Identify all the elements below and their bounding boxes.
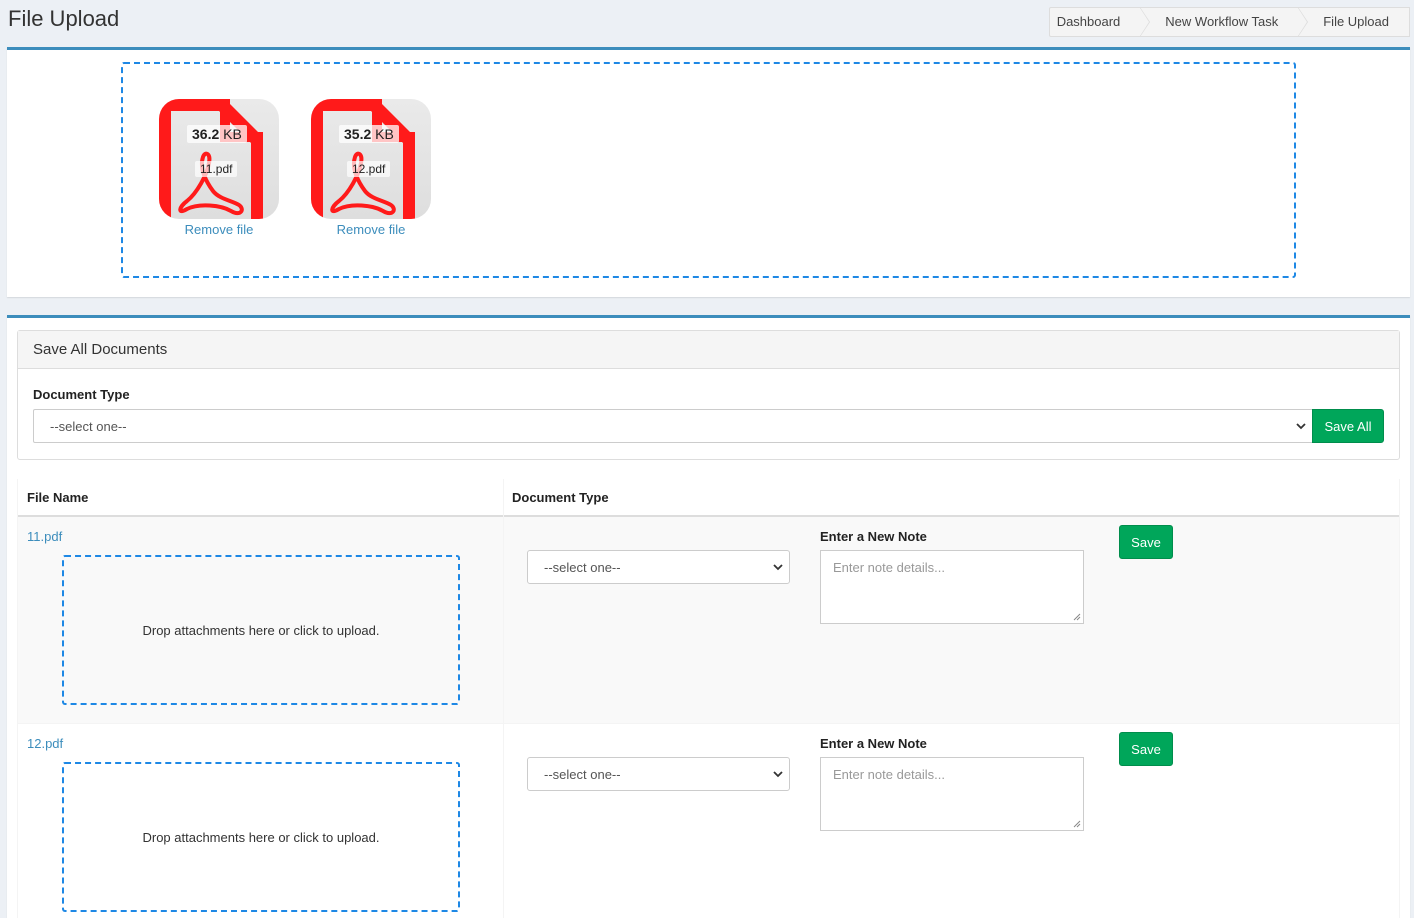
note-label: Enter a New Note — [820, 529, 927, 544]
note-textarea[interactable]: Enter note details... — [820, 550, 1084, 624]
resize-grip-icon[interactable] — [1073, 613, 1081, 621]
save-all-panel: Save All Documents Document Type --selec… — [17, 330, 1400, 460]
table-row: 12.pdf Drop attachments here or click to… — [18, 724, 1399, 918]
main-dropzone[interactable]: 36.2 KB 11.pdf Remove file 35.2 KB 12.pd… — [121, 62, 1296, 278]
table-header-row: File Name Document Type — [18, 479, 1399, 517]
remove-file-link[interactable]: Remove file — [159, 222, 279, 237]
chevron-down-icon — [1296, 423, 1306, 430]
page-title: File Upload — [8, 6, 120, 31]
resize-grip-icon[interactable] — [1073, 820, 1081, 828]
chevron-down-icon — [773, 771, 783, 778]
file-preview: 35.2 KB 12.pdf Remove file — [311, 99, 431, 237]
header-file-name: File Name — [27, 490, 89, 505]
breadcrumb-new-workflow-task[interactable]: New Workflow Task — [1140, 7, 1309, 37]
column-divider — [503, 724, 504, 918]
file-name: 12.pdf — [347, 161, 391, 177]
file-thumbnail: 36.2 KB 11.pdf — [159, 99, 279, 219]
panel-heading: Save All Documents — [18, 331, 1399, 369]
save-button[interactable]: Save — [1119, 525, 1173, 559]
row-document-type-select[interactable]: --select one-- — [527, 550, 790, 584]
breadcrumb: Dashboard New Workflow Task File Upload — [1048, 7, 1410, 37]
file-size: 36.2 KB — [187, 125, 247, 143]
header-divider — [503, 479, 504, 517]
save-button[interactable]: Save — [1119, 732, 1173, 766]
attachment-dropzone[interactable]: Drop attachments here or click to upload… — [62, 555, 460, 705]
dropzone-text: Drop attachments here or click to upload… — [142, 622, 380, 638]
dropzone-text: Drop attachments here or click to upload… — [142, 829, 380, 845]
row-document-type-select[interactable]: --select one-- — [527, 757, 790, 791]
select-value: --select one-- — [544, 766, 621, 782]
documents-table: File Name Document Type 11.pdf Drop atta… — [17, 479, 1400, 918]
select-value: --select one-- — [544, 559, 621, 575]
save-all-button[interactable]: Save All — [1312, 409, 1384, 443]
document-type-label: Document Type — [33, 387, 130, 402]
header-document-type: Document Type — [512, 490, 609, 505]
file-name-link[interactable]: 11.pdf — [27, 529, 62, 544]
file-preview: 36.2 KB 11.pdf Remove file — [159, 99, 279, 237]
chevron-down-icon — [773, 564, 783, 571]
table-row: 11.pdf Drop attachments here or click to… — [18, 517, 1399, 724]
column-divider — [503, 517, 504, 723]
documents-box: Save All Documents Document Type --selec… — [7, 315, 1410, 918]
pdf-file-icon — [311, 99, 415, 219]
pdf-file-icon — [159, 99, 263, 219]
remove-file-link[interactable]: Remove file — [311, 222, 431, 237]
note-placeholder: Enter note details... — [833, 767, 946, 782]
file-size: 35.2 KB — [339, 125, 399, 143]
note-label: Enter a New Note — [820, 736, 927, 751]
document-type-select[interactable]: --select one-- — [33, 409, 1313, 443]
upload-box: 36.2 KB 11.pdf Remove file 35.2 KB 12.pd… — [7, 47, 1410, 297]
file-thumbnail: 35.2 KB 12.pdf — [311, 99, 431, 219]
file-name-link[interactable]: 12.pdf — [27, 736, 63, 751]
attachment-dropzone[interactable]: Drop attachments here or click to upload… — [62, 762, 460, 912]
file-name: 11.pdf — [195, 161, 238, 177]
note-placeholder: Enter note details... — [833, 560, 946, 575]
select-value: --select one-- — [50, 418, 127, 434]
note-textarea[interactable]: Enter note details... — [820, 757, 1084, 831]
breadcrumb-dashboard[interactable]: Dashboard — [1048, 7, 1150, 37]
breadcrumb-file-upload[interactable]: File Upload — [1298, 7, 1410, 37]
